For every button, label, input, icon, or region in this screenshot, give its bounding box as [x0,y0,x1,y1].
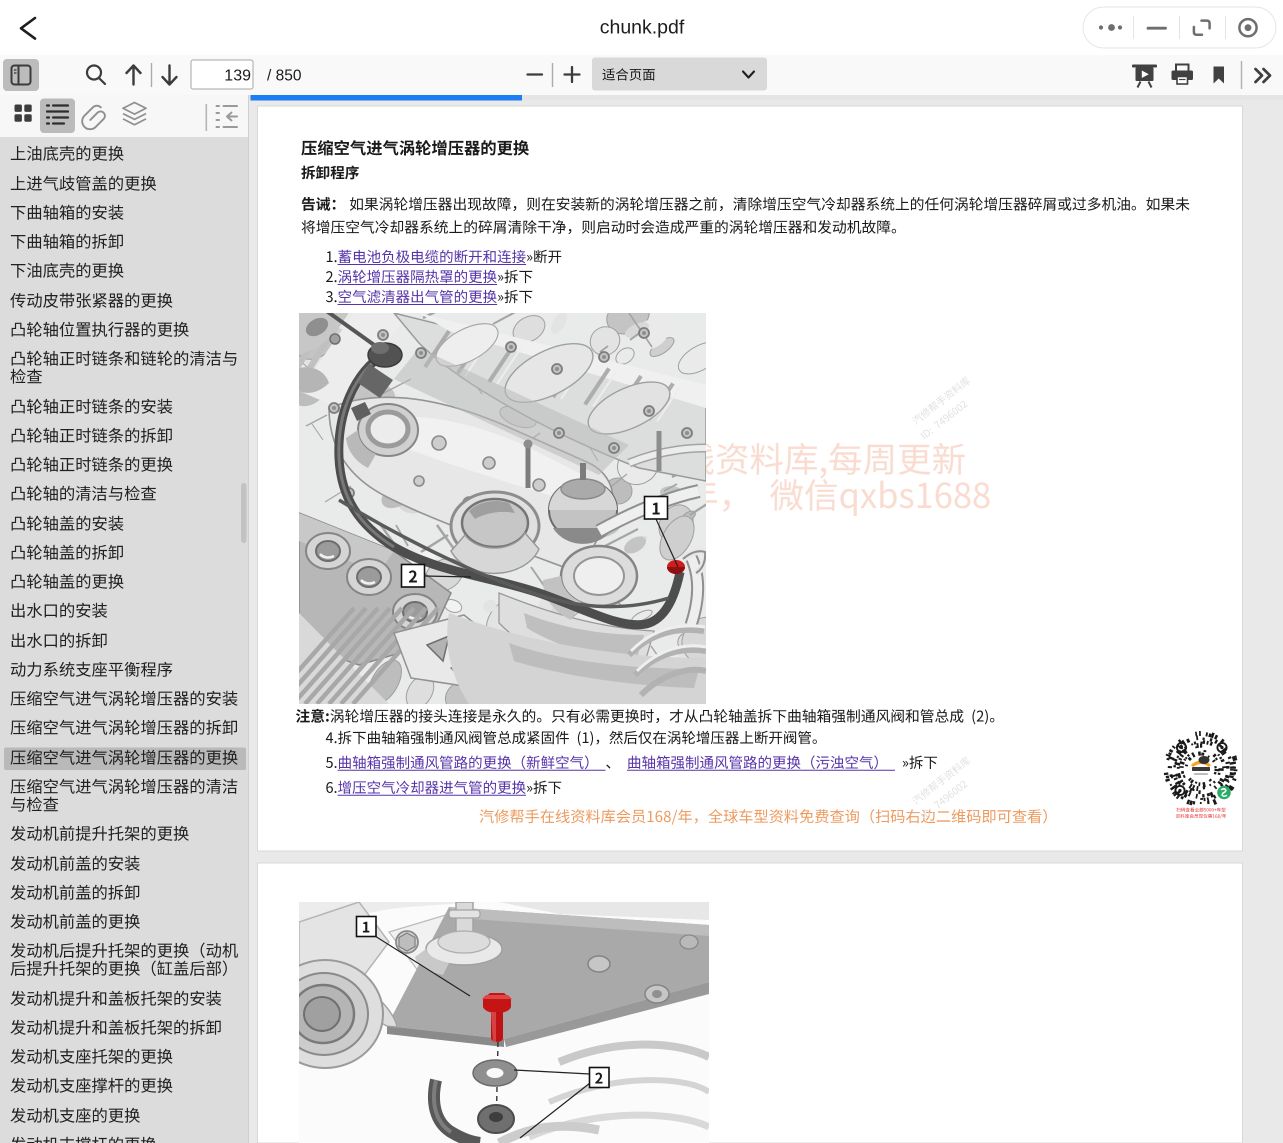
svg-text:/ 850: / 850 [267,68,302,85]
svg-text:139: 139 [224,68,251,85]
svg-text:chunk.pdf: chunk.pdf [600,17,685,39]
